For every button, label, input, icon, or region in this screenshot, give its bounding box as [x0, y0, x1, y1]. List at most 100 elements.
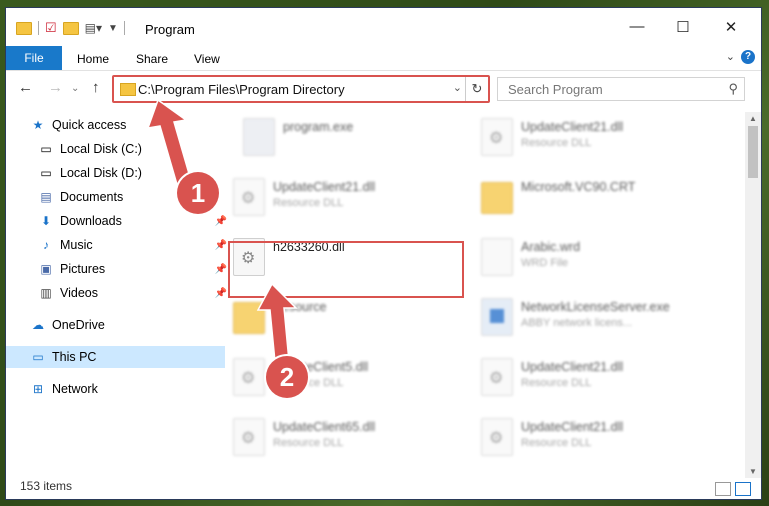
list-item[interactable]: program.exe	[231, 112, 461, 162]
sidebar-item-label: Local Disk (C:)	[60, 142, 142, 156]
dll-file-icon	[233, 418, 265, 456]
refresh-button[interactable]: ↻	[465, 77, 488, 101]
list-item[interactable]: UpdateClient21.dll Resource DLL	[469, 412, 699, 462]
list-item[interactable]: Microsoft.VC90.CRT	[469, 172, 699, 222]
list-item[interactable]: UpdateClient5.dll Resource DLL	[221, 352, 451, 402]
scroll-thumb[interactable]	[748, 126, 758, 178]
downloads-icon: ⬇	[40, 214, 52, 228]
window-title: Program	[145, 22, 195, 37]
file-name: Microsoft.VC90.CRT	[521, 180, 636, 194]
tab-view[interactable]: View	[194, 52, 220, 66]
sidebar-item-label: Documents	[60, 190, 124, 204]
executable-icon	[243, 118, 275, 156]
dll-file-icon	[233, 358, 265, 396]
sidebar-item-music[interactable]: ♪ Music 📌	[6, 234, 233, 256]
file-name: UpdateClient21.dll	[521, 120, 624, 134]
help-icon[interactable]: ?	[741, 50, 755, 64]
list-item[interactable]: UpdateClient65.dll Resource DLL	[221, 412, 451, 462]
music-icon: ♪	[43, 238, 49, 252]
ribbon-expand-icon[interactable]: ⌄	[726, 50, 735, 63]
application-icon	[481, 298, 513, 336]
view-menu-icon[interactable]: ▤▾	[85, 21, 102, 35]
file-name: UpdateClient65.dll	[273, 420, 376, 434]
list-item[interactable]: UpdateClient21.dll Resource DLL	[469, 112, 699, 162]
forward-button[interactable]: →	[48, 79, 63, 96]
file-type: Resource DLL	[521, 137, 592, 149]
computer-icon: ▭	[32, 350, 44, 364]
view-switcher	[715, 482, 751, 496]
folder-icon[interactable]	[16, 21, 32, 35]
details-view-icon[interactable]	[715, 482, 731, 496]
navigation-bar: ← → ⌄ ↑ C:\Program Files\Program Directo…	[6, 71, 761, 105]
file-icon	[481, 238, 513, 276]
sidebar-item-label: This PC	[52, 350, 97, 364]
search-placeholder: Search Program	[508, 82, 603, 97]
search-icon[interactable]: ⚲	[728, 81, 738, 97]
network-icon: ⊞	[32, 382, 44, 396]
new-folder-icon[interactable]	[62, 21, 79, 35]
sidebar-item-pictures[interactable]: ▣ Pictures 📌	[6, 258, 233, 280]
ribbon-tabs: File Home Share View ⌄ ?	[6, 46, 761, 71]
dll-highlight-box	[228, 241, 464, 298]
vertical-scrollbar[interactable]: ▲ ▼	[745, 112, 761, 478]
file-tab[interactable]: File	[6, 46, 62, 70]
address-bar[interactable]: C:\Program Files\Program Directory ⌄ ↻	[112, 75, 490, 103]
folder-icon	[233, 302, 265, 334]
sidebar-item-onedrive[interactable]: ☁ OneDrive	[6, 314, 225, 336]
scroll-up-icon[interactable]: ▲	[745, 114, 761, 123]
large-icons-view-icon[interactable]	[735, 482, 751, 496]
pictures-icon: ▣	[40, 262, 52, 276]
address-dropdown-icon[interactable]: ⌄	[453, 81, 462, 94]
list-item[interactable]: NetworkLicenseServer.exe ABBY network li…	[469, 292, 699, 342]
sidebar-item-label: Pictures	[60, 262, 106, 276]
documents-icon: ▤	[40, 190, 52, 204]
file-name: NetworkLicenseServer.exe	[521, 300, 670, 314]
file-name: UpdateClient21.dll	[273, 180, 376, 194]
list-item[interactable]: UpdateClient21.dll Resource DLL	[221, 172, 451, 222]
dll-file-icon	[233, 178, 265, 216]
customize-dropdown-icon[interactable]: ▼	[108, 23, 118, 34]
file-type: WRD File	[521, 257, 569, 269]
tab-home[interactable]: Home	[77, 52, 109, 66]
navigation-pane: ★ Quick access ▭ Local Disk (C:) ▭ Local…	[6, 112, 227, 478]
sidebar-item-label: Downloads	[60, 214, 122, 228]
separator	[38, 21, 39, 35]
file-type: Resource DLL	[521, 377, 592, 389]
step-1-callout: 1	[177, 172, 219, 214]
folder-icon	[120, 83, 136, 96]
cloud-icon: ☁	[32, 318, 44, 332]
list-item[interactable]: Arabic.wrd WRD File	[469, 232, 699, 282]
sidebar-item-label: Music	[60, 238, 93, 252]
recent-locations-icon[interactable]: ⌄	[71, 83, 79, 94]
sidebar-item-local-disk-c[interactable]: ▭ Local Disk (C:)	[6, 138, 233, 160]
address-path[interactable]: C:\Program Files\Program Directory	[138, 82, 345, 97]
dll-file-icon	[481, 358, 513, 396]
up-button[interactable]: ↑	[92, 79, 100, 96]
scroll-down-icon[interactable]: ▼	[745, 467, 761, 476]
file-type: ABBY network licens...	[521, 317, 633, 329]
tab-share[interactable]: Share	[136, 52, 168, 66]
maximize-button[interactable]: ☐	[660, 18, 706, 36]
folder-icon	[481, 182, 513, 214]
search-input[interactable]: Search Program ⚲	[497, 77, 745, 101]
minimize-button[interactable]: —	[614, 18, 660, 35]
item-count: 153 items	[20, 479, 73, 493]
sidebar-item-quick-access[interactable]: ★ Quick access	[6, 114, 225, 136]
file-name: Resource	[273, 300, 327, 314]
sidebar-item-network[interactable]: ⊞ Network	[6, 378, 225, 400]
separator	[123, 21, 125, 35]
properties-icon[interactable]: ☑	[45, 20, 57, 36]
sidebar-item-label: Network	[52, 382, 98, 396]
sidebar-item-this-pc[interactable]: ▭ This PC	[6, 346, 225, 368]
back-button[interactable]: ←	[18, 79, 33, 96]
close-button[interactable]: ✕	[708, 18, 754, 36]
step-2-callout: 2	[266, 356, 308, 398]
list-item[interactable]: UpdateClient21.dll Resource DLL	[469, 352, 699, 402]
title-bar: ☑ ▤▾ ▼ Program — ☐ ✕	[6, 8, 761, 44]
sidebar-item-label: Local Disk (D:)	[60, 166, 142, 180]
list-item[interactable]: Resource	[221, 292, 451, 342]
sidebar-item-label: Quick access	[52, 118, 127, 132]
sidebar-item-videos[interactable]: ▥ Videos 📌	[6, 282, 233, 304]
drive-icon: ▭	[40, 166, 52, 180]
star-icon: ★	[32, 118, 44, 132]
